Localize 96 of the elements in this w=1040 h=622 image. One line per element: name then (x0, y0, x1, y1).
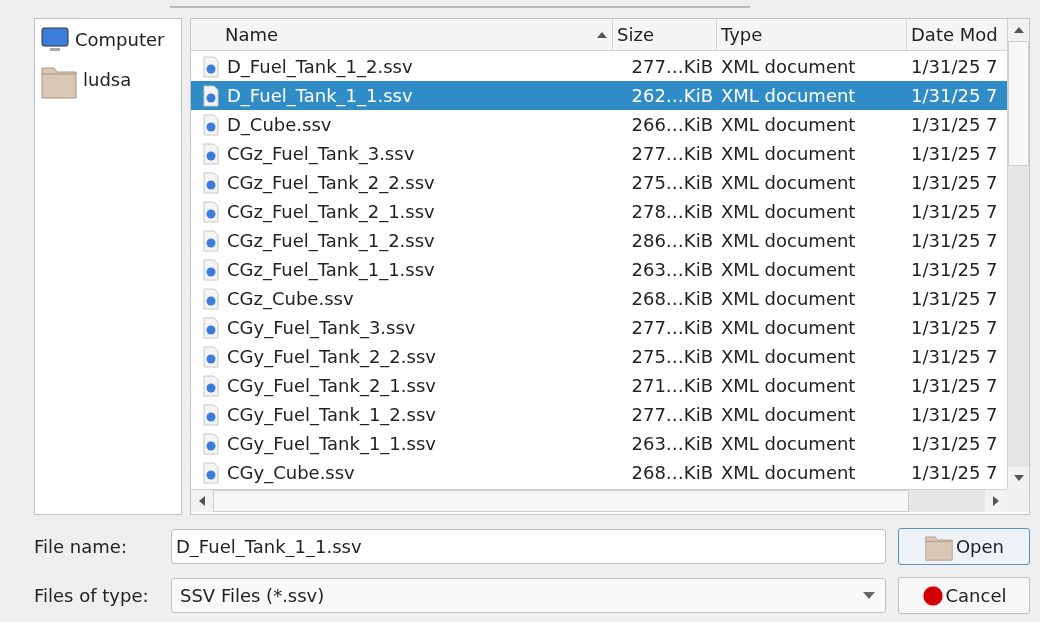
file-size: 275…KiB (630, 346, 714, 367)
file-type: XML document (720, 85, 857, 106)
file-type-dropdown[interactable]: SSV Files (*.ssv) (171, 578, 886, 613)
file-size: 271…KiB (630, 375, 714, 396)
file-icon (203, 316, 219, 339)
file-date: 1/31/25 7 (910, 433, 999, 454)
stop-icon (921, 584, 944, 607)
file-size: 263…KiB (630, 433, 714, 454)
file-icon (203, 229, 219, 252)
file-name: CGy_Fuel_Tank_2_2.ssv (227, 346, 436, 367)
file-icon (203, 258, 219, 281)
file-size: 268…KiB (630, 288, 714, 309)
file-date: 1/31/25 7 (910, 114, 999, 135)
file-type: XML document (720, 404, 857, 425)
file-icon (203, 171, 219, 194)
file-icon (203, 403, 219, 426)
file-type: XML document (720, 259, 857, 280)
file-date: 1/31/25 7 (910, 143, 999, 164)
file-name: CGz_Cube.ssv (227, 288, 354, 309)
file-date: 1/31/25 7 (910, 317, 999, 338)
up-arrow-icon (1013, 27, 1024, 33)
file-date: 1/31/25 7 (910, 346, 999, 367)
file-name: D_Fuel_Tank_1_2.ssv (227, 56, 413, 77)
file-type: XML document (720, 317, 857, 338)
file-name: D_Cube.ssv (227, 114, 332, 135)
file-date: 1/31/25 7 (910, 230, 999, 251)
file-name: CGy_Cube.ssv (227, 462, 355, 483)
file-date: 1/31/25 7 (910, 462, 999, 483)
file-date: 1/31/25 7 (910, 288, 999, 309)
file-size: 277…KiB (630, 404, 714, 425)
file-icon (203, 287, 219, 310)
cancel-button[interactable]: Cancel (898, 577, 1030, 614)
file-type: XML document (720, 433, 857, 454)
file-icon (203, 200, 219, 223)
horizontal-scrollbar[interactable] (191, 489, 1007, 512)
file-date: 1/31/25 7 (910, 172, 999, 193)
vertical-scrollbar[interactable] (1007, 19, 1029, 489)
file-name: CGy_Fuel_Tank_1_2.ssv (227, 404, 436, 425)
column-header[interactable]: Name (191, 19, 613, 50)
open-button[interactable]: Open (898, 528, 1030, 565)
file-size: 286…KiB (630, 230, 714, 251)
file-size: 262…KiB (630, 85, 714, 106)
left-arrow-icon (199, 496, 205, 506)
column-header[interactable]: Type (717, 19, 907, 50)
file-type-label: Files of type: (34, 585, 150, 606)
right-arrow-icon (993, 496, 999, 506)
dropdown-arrow-icon (863, 592, 875, 599)
file-icon (203, 142, 219, 165)
file-date: 1/31/25 7 (910, 404, 999, 425)
file-type: XML document (720, 230, 857, 251)
file-name-label: File name: (34, 536, 128, 557)
file-type: XML document (720, 143, 857, 164)
file-size: 277…KiB (630, 56, 714, 77)
column-header[interactable]: Size (613, 19, 717, 50)
file-icon (203, 461, 219, 484)
file-size: 266…KiB (630, 114, 714, 135)
file-name-field[interactable]: D_Fuel_Tank_1_1.ssv (171, 529, 886, 564)
file-size: 263…KiB (630, 259, 714, 280)
file-name: CGz_Fuel_Tank_1_2.ssv (227, 230, 435, 251)
file-icon (203, 84, 219, 107)
file-size: 278…KiB (630, 201, 714, 222)
file-size: 277…KiB (630, 143, 714, 164)
file-type: XML document (720, 288, 857, 309)
file-icon (203, 55, 219, 78)
file-name: CGz_Fuel_Tank_2_1.ssv (227, 201, 435, 222)
file-icon (203, 345, 219, 368)
file-size: 268…KiB (630, 462, 714, 483)
file-type: XML document (720, 172, 857, 193)
file-name: CGz_Fuel_Tank_2_2.ssv (227, 172, 435, 193)
file-date: 1/31/25 7 (910, 201, 999, 222)
file-name: CGz_Fuel_Tank_3.ssv (227, 143, 415, 164)
file-name: CGz_Fuel_Tank_1_1.ssv (227, 259, 435, 280)
file-icon (203, 113, 219, 136)
file-type: XML document (720, 114, 857, 135)
file-name: CGy_Fuel_Tank_2_1.ssv (227, 375, 436, 396)
file-name: CGy_Fuel_Tank_3.ssv (227, 317, 416, 338)
file-type: XML document (720, 346, 857, 367)
places-item[interactable]: Computer (39, 25, 177, 55)
file-date: 1/31/25 7 (910, 259, 999, 280)
file-size: 277…KiB (630, 317, 714, 338)
file-icon (203, 374, 219, 397)
file-row[interactable]: D_Fuel_Tank_1_1.ssv 262…KiB XML document 1/31/25 7 (191, 81, 1007, 110)
file-name: CGy_Fuel_Tank_1_1.ssv (227, 433, 436, 454)
file-type: XML document (720, 462, 857, 483)
file-size: 275…KiB (630, 172, 714, 193)
file-icon (203, 432, 219, 455)
file-date: 1/31/25 7 (910, 56, 999, 77)
file-name: D_Fuel_Tank_1_1.ssv (227, 85, 413, 106)
file-type: XML document (720, 201, 857, 222)
file-type: XML document (720, 375, 857, 396)
down-arrow-icon (1013, 475, 1024, 481)
computer-icon (41, 27, 69, 53)
file-date: 1/31/25 7 (910, 375, 999, 396)
file-date: 1/31/25 7 (910, 85, 999, 106)
places-item[interactable]: ludsa (39, 61, 177, 101)
file-type: XML document (720, 56, 857, 77)
